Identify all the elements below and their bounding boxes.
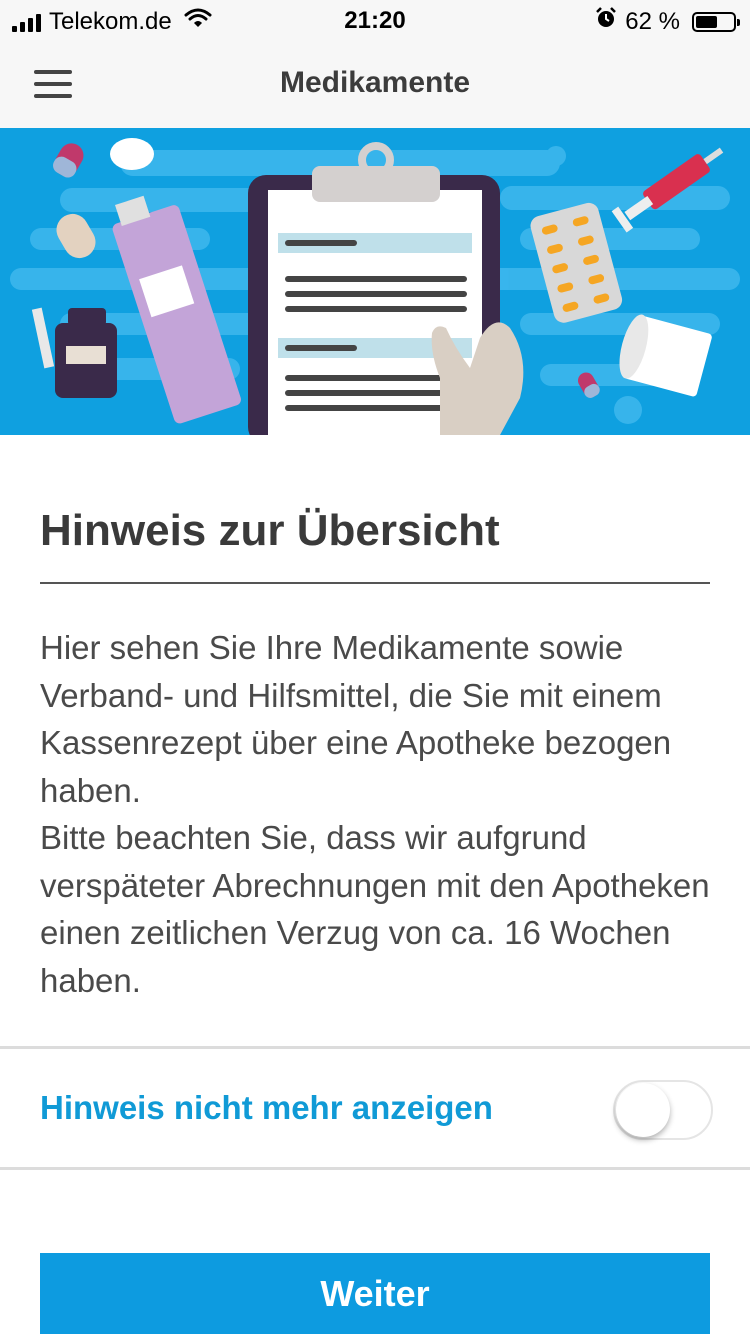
dont-show-again-toggle[interactable] — [613, 1080, 713, 1140]
dont-show-again-label: Hinweis nicht mehr anzeigen — [40, 1089, 493, 1126]
medication-banner-illustration — [0, 128, 750, 435]
page-title: Medikamente — [279, 66, 471, 99]
info-text: Hier sehen Sie Ihre Medikamente sowie Ve… — [40, 624, 710, 1004]
status-bar: Telekom.de 21:20 62 % — [0, 0, 750, 42]
battery-fill — [696, 15, 717, 28]
status-bar-right: 62 % — [595, 7, 740, 36]
section-heading: Hinweis zur Übersicht — [40, 506, 500, 555]
battery-percent: 62 % — [625, 7, 680, 35]
alarm-icon — [595, 7, 617, 36]
continue-button[interactable]: Weiter — [40, 1253, 710, 1334]
info-content: Hinweis zur Übersicht Hier sehen Sie Ihr… — [40, 435, 710, 1004]
info-paragraph-1: Hier sehen Sie Ihre Medikamente sowie Ve… — [40, 629, 672, 809]
battery-icon — [692, 11, 740, 32]
navigation-bar: Medikamente — [0, 42, 750, 128]
info-paragraph-2: Bitte beachten Sie, dass wir aufgrund ve… — [40, 819, 710, 999]
divider — [40, 582, 710, 584]
toggle-knob — [616, 1083, 670, 1137]
dont-show-again-row: Hinweis nicht mehr anzeigen — [0, 1046, 750, 1170]
